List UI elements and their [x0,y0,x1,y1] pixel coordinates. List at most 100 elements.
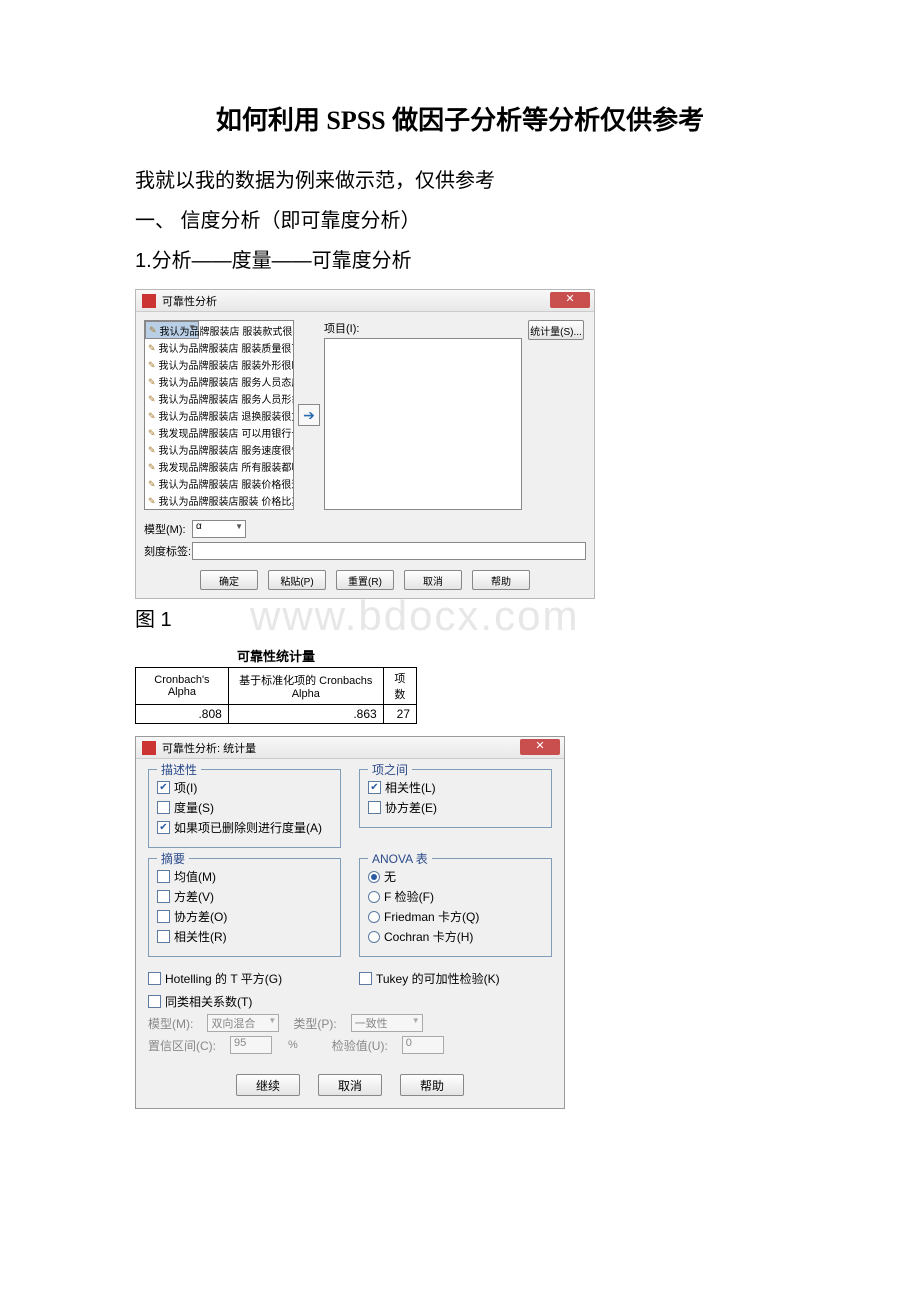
model-label: 模型(M): [144,521,192,537]
dialog-title: 可靠性分析: 统计量 [162,740,256,756]
pencil-icon: ✎ [148,479,156,489]
test-value-label: 检验值(U): [332,1037,388,1054]
ci-label: 置信区间(C): [148,1037,216,1054]
list-item[interactable]: ✎我认为品牌服装店 服务人员态度... [145,373,293,390]
checkbox-icon [148,972,161,985]
correlations-checkbox[interactable]: 相关性(L) [368,779,543,796]
table-header: 基于标准化项的 Cronbachs Alpha [228,668,383,705]
table-cell: .808 [136,705,229,724]
percent-label: % [288,1039,298,1051]
variances-checkbox[interactable]: 方差(V) [157,888,332,905]
covariances-checkbox[interactable]: 协方差(E) [368,799,543,816]
anova-friedman-radio[interactable]: Friedman 卡方(Q) [368,908,543,925]
list-item[interactable]: ✎我认为品牌服装店 服装价格很适... [145,475,293,492]
group-legend: 项之间 [368,761,412,778]
pencil-icon: ✎ [148,462,156,472]
app-icon [142,294,156,308]
paragraph-step: 1.分析——度量——可靠度分析 [135,243,785,279]
list-item[interactable]: ✎我认为品牌服装店 服装质量很可... [145,339,293,356]
reliability-dialog: 可靠性分析 ✕ ✎我认为品牌服装店 服装款式很齐... ✎我认为品牌服装店 服装… [135,289,595,599]
cancel-button[interactable]: 取消 [404,570,462,590]
dialog-titlebar: 可靠性分析 ✕ [136,290,594,312]
anova-ftest-radio[interactable]: F 检验(F) [368,888,543,905]
pencil-icon: ✎ [148,360,156,370]
radio-icon [368,911,380,923]
group-legend: ANOVA 表 [368,850,432,867]
scale-checkbox[interactable]: 度量(S) [157,799,332,816]
variable-list[interactable]: ✎我认为品牌服装店 服装款式很齐... ✎我认为品牌服装店 服装质量很可... … [144,320,294,510]
anova-cochran-radio[interactable]: Cochran 卡方(H) [368,928,543,945]
tukey-checkbox[interactable]: Tukey 的可加性检验(K) [359,970,552,987]
checkbox-icon [157,821,170,834]
test-value-input: 0 [402,1036,444,1054]
item-checkbox[interactable]: 项(I) [157,779,332,796]
cancel-button[interactable]: 取消 [318,1074,382,1096]
checkbox-icon [157,910,170,923]
figure-caption: 图 1 [135,603,785,632]
dialog-titlebar: 可靠性分析: 统计量 ✕ [136,737,564,759]
means-checkbox[interactable]: 均值(M) [157,868,332,885]
list-item[interactable]: ✎我认为品牌服装店 服装外形很时... [145,356,293,373]
scale-if-deleted-checkbox[interactable]: 如果项已删除则进行度量(A) [157,819,332,836]
close-icon[interactable]: ✕ [550,292,590,308]
statistics-button[interactable]: 统计量(S)... [528,320,584,340]
hotelling-checkbox[interactable]: Hotelling 的 T 平方(G) [148,970,341,987]
checkbox-icon [368,801,381,814]
list-item[interactable]: ✎我发现品牌服装店 所有服装都明... [145,458,293,475]
items-label: 项目(I): [324,320,522,336]
type-select: 一致性 [351,1014,423,1032]
pencil-icon: ✎ [148,428,156,438]
covariances-checkbox[interactable]: 协方差(O) [157,908,332,925]
correlations-checkbox[interactable]: 相关性(R) [157,928,332,945]
paragraph-section: 一、 信度分析（即可靠度分析） [135,203,785,239]
ok-button[interactable]: 确定 [200,570,258,590]
checkbox-icon [368,781,381,794]
scale-label-input[interactable] [192,542,586,560]
paste-button[interactable]: 粘贴(P) [268,570,326,590]
pencil-icon: ✎ [148,343,156,353]
dialog-title: 可靠性分析 [162,293,217,309]
continue-button[interactable]: 继续 [236,1074,300,1096]
checkbox-icon [148,995,161,1008]
selected-items-list[interactable] [324,338,522,510]
pencil-icon: ✎ [148,394,156,404]
help-button[interactable]: 帮助 [472,570,530,590]
type-label: 类型(P): [293,1015,336,1032]
close-icon[interactable]: ✕ [520,739,560,755]
list-item[interactable]: ✎我认为品牌服装店 促销的种类很... [145,509,293,510]
pencil-icon: ✎ [148,496,156,506]
list-item[interactable]: ✎我认为品牌服装店服装 价格比其... [145,492,293,509]
page-title: 如何利用 SPSS 做因子分析等分析仅供参考 [135,100,785,137]
pencil-icon: ✎ [148,445,156,455]
group-legend: 描述性 [157,761,201,778]
table-cell: 27 [383,705,416,724]
reset-button[interactable]: 重置(R) [336,570,394,590]
move-right-button[interactable]: ➔ [298,404,320,426]
scale-label-label: 刻度标签: [144,543,192,559]
list-item[interactable]: ✎我认为品牌服装店 服装款式很齐... [145,321,199,339]
table-header: Cronbach's Alpha [136,668,229,705]
reliability-statistics-dialog: 可靠性分析: 统计量 ✕ 描述性 项(I) 度量(S) 如果项已删除则进行度量(… [135,736,565,1109]
reliability-stats-table: Cronbach's Alpha 基于标准化项的 Cronbachs Alpha… [135,667,417,724]
list-item[interactable]: ✎我认为品牌服装店 退换服装很方... [145,407,293,424]
list-item[interactable]: ✎我认为品牌服装店 服务人员形象... [145,390,293,407]
descriptives-group: 描述性 项(I) 度量(S) 如果项已删除则进行度量(A) [148,769,341,848]
checkbox-icon [157,930,170,943]
list-item[interactable]: ✎我认为品牌服装店 服务速度很快... [145,441,293,458]
stats-table-title: 可靠性统计量 [135,646,417,665]
paragraph-intro: 我就以我的数据为例来做示范，仅供参考 [135,163,785,199]
inter-item-group: 项之间 相关性(L) 协方差(E) [359,769,552,828]
table-header: 项数 [383,668,416,705]
anova-none-radio[interactable]: 无 [368,868,543,885]
pencil-icon: ✎ [149,325,157,335]
list-item[interactable]: ✎我发现品牌服装店 可以用银行卡... [145,424,293,441]
model-select[interactable]: α [192,520,246,538]
radio-icon [368,871,380,883]
pencil-icon: ✎ [148,377,156,387]
pencil-icon: ✎ [148,411,156,421]
intraclass-checkbox[interactable]: 同类相关系数(T) [148,993,552,1010]
help-button[interactable]: 帮助 [400,1074,464,1096]
checkbox-icon [157,870,170,883]
radio-icon [368,931,380,943]
model-label: 模型(M): [148,1015,193,1032]
